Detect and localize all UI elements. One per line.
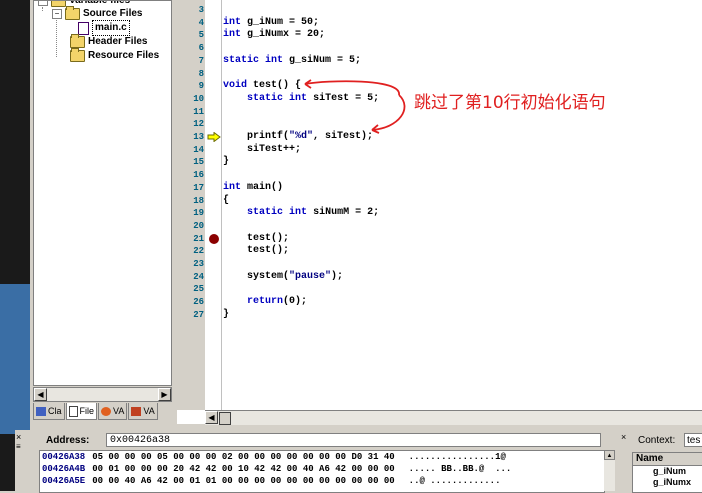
scroll-right-icon[interactable]: ▶	[158, 388, 171, 401]
code-editor[interactable]: 3 4 5 6 7 8 9 10 11 12 13 14 15 16 17 18 19 20 21 22 23 24 25 2…	[177, 0, 702, 425]
tab-file-view[interactable]: File	[65, 403, 98, 420]
tree-item-main-c[interactable]: main.c	[78, 20, 130, 36]
memory-vertical-scrollbar[interactable]: ▲	[604, 450, 615, 491]
memory-row[interactable]: 00426A4B 00 01 00 00 00 20 42 42 00 10 42…	[42, 464, 511, 475]
workspace-tabs: Cla File VA VA	[33, 403, 173, 421]
editor-horizontal-scrollbar[interactable]: ◀	[205, 410, 702, 425]
line-number: 21	[193, 233, 204, 244]
file-view-icon	[68, 405, 78, 417]
folder-icon	[51, 1, 66, 7]
code-line: return(0);	[247, 296, 308, 308]
scroll-left-icon[interactable]: ◀	[205, 411, 218, 424]
code-line: test();	[223, 232, 290, 244]
context-label: Context:	[638, 435, 676, 446]
tree-item-header-files[interactable]: Header Files	[70, 34, 148, 49]
tree-item-label: Source Files	[83, 8, 143, 19]
variable-row[interactable]: g_iNum	[633, 466, 702, 477]
tree-item-source-files[interactable]: − Source Files	[52, 6, 143, 21]
line-number: 22	[193, 246, 204, 257]
line-number: 18	[193, 195, 204, 206]
folder-open-icon	[65, 6, 80, 20]
annotation-arrows	[304, 79, 406, 134]
memory-ascii: ................1@	[408, 452, 506, 462]
variable-row[interactable]: g_iNumx	[633, 477, 702, 488]
memory-ascii: ..@ .............	[408, 476, 501, 486]
column-header-name[interactable]: Name	[633, 453, 702, 466]
memory-address: 00426A4B	[42, 464, 86, 474]
va-outline-icon	[131, 406, 142, 416]
memory-row[interactable]: 00426A38 05 00 00 00 05 00 00 00 02 00 00…	[42, 452, 506, 463]
breakpoint-icon[interactable]	[209, 233, 219, 244]
line-number: 17	[193, 182, 204, 193]
va-view-icon	[101, 406, 112, 416]
scroll-left-icon[interactable]: ◀	[34, 388, 47, 401]
line-number: 25	[193, 284, 204, 295]
tab-va-outline[interactable]: VA	[128, 403, 158, 420]
tree-item-resource-files[interactable]: Resource Files	[70, 48, 160, 63]
c-file-icon	[78, 21, 89, 35]
line-number: 23	[193, 259, 204, 269]
tree-item-label: Header Files	[88, 36, 148, 47]
line-number: 26	[193, 297, 204, 308]
code-line: int main()	[223, 181, 284, 193]
code-line: system("pause");	[223, 270, 344, 282]
collapse-icon[interactable]: −	[38, 1, 48, 6]
code-line: static int siNumM = 2;	[247, 207, 380, 219]
line-number: 27	[193, 309, 204, 320]
line-number: 15	[193, 157, 204, 168]
scroll-thumb[interactable]	[219, 412, 231, 425]
line-number: 16	[193, 170, 204, 181]
tab-va-view[interactable]: VA	[98, 403, 128, 420]
memory-grid[interactable]: 00426A38 05 00 00 00 05 00 00 00 02 00 00…	[39, 450, 605, 493]
line-number: 20	[193, 220, 204, 231]
dock-icon[interactable]: ≡	[16, 442, 21, 451]
tree-item-label: main.c	[92, 20, 130, 36]
address-label: Address:	[46, 435, 90, 446]
close-icon[interactable]: ×	[621, 432, 626, 442]
memory-bytes: 00 01 00 00 00 20 42 42 00 10 42 42 00 4…	[92, 464, 395, 474]
memory-row[interactable]: 00426A5E 00 00 40 A6 42 00 01 01 00 00 00…	[42, 476, 501, 487]
workspace-panel: − Variable files − Source Files main.c H…	[30, 0, 173, 424]
workspace-horizontal-scrollbar[interactable]: ◀ ▶	[33, 387, 172, 402]
collapse-icon[interactable]: −	[52, 9, 62, 19]
folder-icon	[70, 34, 85, 48]
memory-window: × ≡ Address: 0x00426a38 00426A38 05 00 00…	[15, 430, 615, 493]
context-dropdown[interactable]: tes	[684, 433, 702, 447]
memory-address: 00426A38	[42, 452, 86, 462]
code-line: {	[223, 194, 230, 206]
tree-item-label: Resource Files	[88, 50, 160, 61]
tab-class-view[interactable]: Cla	[33, 403, 65, 420]
line-number: 24	[193, 271, 204, 282]
code-line: }	[223, 308, 230, 320]
code-line: test();	[223, 245, 290, 257]
memory-bytes: 00 00 40 A6 42 00 01 01 00 00 00 00 00 0…	[92, 476, 395, 486]
class-view-icon	[36, 406, 46, 416]
variables-table: Name g_iNum g_iNumx	[632, 452, 702, 493]
memory-address: 00426A5E	[42, 476, 86, 486]
folder-icon	[70, 48, 85, 62]
close-icon[interactable]: ×	[16, 432, 21, 442]
code-line: }	[223, 156, 230, 168]
address-input[interactable]: 0x00426a38	[106, 433, 601, 447]
annotation-text: 跳过了第10行初始化语句	[414, 93, 606, 113]
line-number: 19	[193, 208, 204, 219]
memory-ascii: ..... BB..BB.@ ...	[408, 464, 512, 474]
desktop-left-band	[0, 0, 30, 491]
file-tree: − Variable files − Source Files main.c H…	[33, 0, 172, 386]
scroll-up-icon[interactable]: ▲	[604, 450, 615, 460]
memory-bytes: 05 00 00 00 05 00 00 00 02 00 00 00 00 0…	[92, 452, 395, 462]
variables-window: × Context: tes Name g_iNum g_iNumx	[618, 430, 702, 493]
